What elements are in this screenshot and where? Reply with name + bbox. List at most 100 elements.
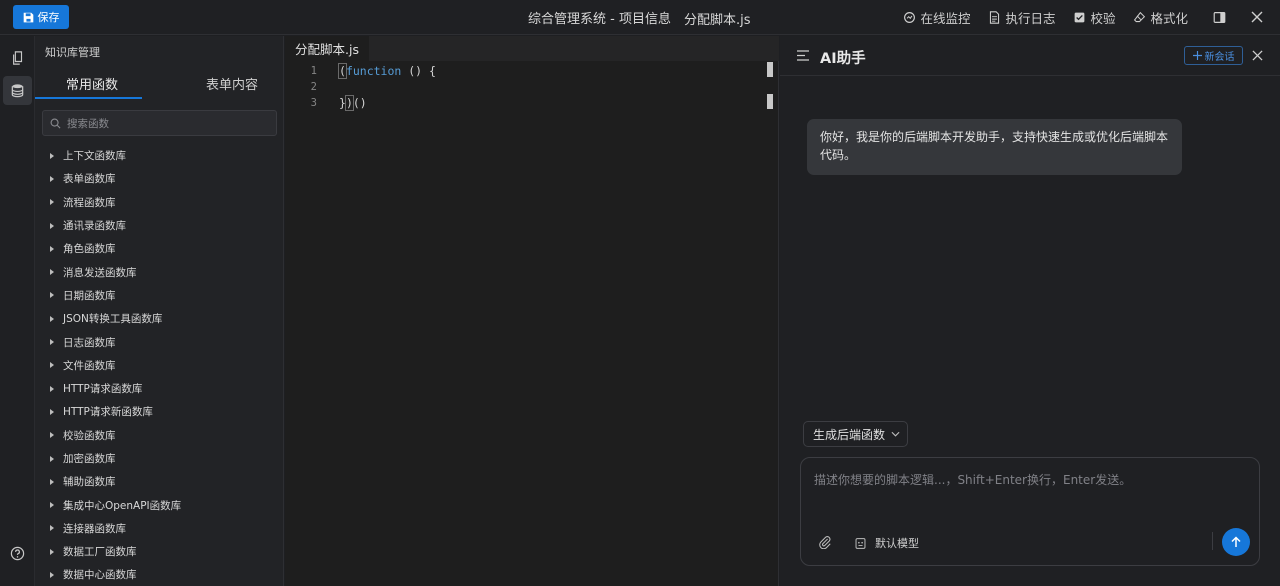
caret-right-icon xyxy=(50,362,54,369)
files-icon xyxy=(12,50,22,65)
tree-item[interactable]: 上下文函数库 xyxy=(48,144,278,167)
model-selector[interactable]: 默认模型 xyxy=(854,535,919,551)
code-editor: 分配脚本.js 1 2 3 (function () { })() xyxy=(285,36,779,586)
knowledge-panel: 知识库管理 常用函数 表单内容 搜索函数 上下文函数库 表单函数库 流程函数库 … xyxy=(35,36,284,586)
tree-item[interactable]: 通讯录函数库 xyxy=(48,214,278,237)
tree-item[interactable]: 文件函数库 xyxy=(48,354,278,377)
rail-help-button[interactable] xyxy=(3,539,32,568)
tree-item[interactable]: JSON转换工具函数库 xyxy=(48,307,278,330)
tree-item[interactable]: HTTP请求新函数库 xyxy=(48,400,278,423)
function-search-input[interactable]: 搜索函数 xyxy=(42,110,277,136)
code-token: () xyxy=(352,96,367,110)
tree-item-label: 集成中心OpenAPI函数库 xyxy=(63,499,182,512)
menu-list-icon[interactable] xyxy=(797,50,809,61)
checkbox-icon xyxy=(1075,12,1085,22)
caret-right-icon xyxy=(50,339,54,346)
caret-right-icon xyxy=(50,525,54,532)
tree-item[interactable]: HTTP请求函数库 xyxy=(48,377,278,400)
save-label: 保存 xyxy=(37,11,60,24)
tree-item[interactable]: 日期函数库 xyxy=(48,284,278,307)
eraser-icon xyxy=(1134,11,1146,22)
monitor-label: 在线监控 xyxy=(920,10,971,26)
search-placeholder: 搜索函数 xyxy=(67,117,109,130)
tree-item-label: 连接器函数库 xyxy=(63,522,126,535)
close-icon xyxy=(1251,11,1263,23)
tree-item[interactable]: 加密函数库 xyxy=(48,447,278,470)
line-number-gutter: 1 2 3 xyxy=(285,63,325,111)
caret-right-icon xyxy=(50,269,54,276)
line-number: 1 xyxy=(310,65,317,77)
generate-function-dropdown[interactable]: 生成后端函数 xyxy=(803,421,908,447)
code-token: } xyxy=(339,96,346,110)
scrollbar-marker[interactable] xyxy=(767,62,773,77)
chat-input-placeholder: 描述你想要的脚本逻辑...，Shift+Enter换行，Enter发送。 xyxy=(814,473,1132,487)
tab-form-content[interactable]: 表单内容 xyxy=(206,74,258,93)
tree-item-label: 辅助函数库 xyxy=(63,476,116,489)
top-actions: 在线监控 执行日志 校验 格式化 xyxy=(885,8,1266,26)
close-icon[interactable] xyxy=(1252,50,1263,61)
tree-item[interactable]: 消息发送函数库 xyxy=(48,260,278,283)
chat-composer[interactable]: 描述你想要的脚本逻辑...，Shift+Enter换行，Enter发送。 默认模… xyxy=(800,457,1260,566)
execution-log-label: 执行日志 xyxy=(1005,10,1056,26)
send-button[interactable] xyxy=(1222,528,1250,556)
chip-label: 生成后端函数 xyxy=(813,427,886,442)
caret-right-icon xyxy=(50,175,54,182)
validate-button[interactable]: 校验 xyxy=(1073,8,1115,27)
code-token: () { xyxy=(401,64,436,78)
tree-item-label: 表单函数库 xyxy=(63,173,116,186)
code-area[interactable]: (function () { })() xyxy=(338,63,436,111)
caret-right-icon xyxy=(50,548,54,555)
tree-item[interactable]: 数据中心函数库 xyxy=(48,563,278,584)
file-title: 分配脚本.js xyxy=(684,13,751,28)
new-chat-label: 新会话 xyxy=(1204,52,1235,63)
tree-item-label: 日期函数库 xyxy=(63,289,116,302)
log-file-icon xyxy=(990,10,1000,24)
tree-item[interactable]: 流程函数库 xyxy=(48,191,278,214)
tree-item-label: JSON转换工具函数库 xyxy=(63,313,163,326)
tree-item[interactable]: 角色函数库 xyxy=(48,237,278,260)
database-icon xyxy=(11,84,24,98)
editor-tab[interactable]: 分配脚本.js xyxy=(285,36,369,61)
top-bar: 保存 综合管理系统 - 项目信息 分配脚本.js 在线监控 执行日志 校验 格式… xyxy=(0,0,1280,35)
new-chat-button[interactable]: 新会话 xyxy=(1184,46,1243,65)
tree-item[interactable]: 辅助函数库 xyxy=(48,470,278,493)
tree-item[interactable]: 集成中心OpenAPI函数库 xyxy=(48,493,278,516)
caret-right-icon xyxy=(50,292,54,299)
tree-item[interactable]: 表单函数库 xyxy=(48,167,278,190)
validate-label: 校验 xyxy=(1090,10,1116,26)
app-title: 综合管理系统 - 项目信息 xyxy=(528,12,671,27)
tab-common-functions[interactable]: 常用函数 xyxy=(66,74,118,93)
tree-item-label: 角色函数库 xyxy=(63,243,116,256)
active-tab-indicator xyxy=(35,97,142,99)
assistant-message: 你好，我是你的后端脚本开发助手，支持快速生成或优化后端脚本代码。 xyxy=(807,119,1182,175)
tree-item-label: 上下文函数库 xyxy=(63,150,126,163)
caret-right-icon xyxy=(50,152,54,159)
toggle-panel-button[interactable] xyxy=(1210,8,1228,26)
tree-item[interactable]: 数据工厂函数库 xyxy=(48,540,278,563)
tree-item[interactable]: 日志函数库 xyxy=(48,330,278,353)
caret-right-icon xyxy=(50,199,54,206)
ai-title: AI助手 xyxy=(820,51,866,67)
tree-item[interactable]: 校验函数库 xyxy=(48,424,278,447)
rail-database-button[interactable] xyxy=(3,76,32,105)
arrow-up-icon xyxy=(1231,536,1241,547)
paperclip-icon[interactable] xyxy=(818,535,832,549)
format-button[interactable]: 格式化 xyxy=(1133,8,1188,27)
monitor-button[interactable]: 在线监控 xyxy=(903,8,970,27)
caret-right-icon xyxy=(50,502,54,509)
line-number: 2 xyxy=(310,81,317,93)
scrollbar-marker[interactable] xyxy=(767,94,773,109)
robot-icon xyxy=(855,537,866,549)
tree-item[interactable]: 连接器函数库 xyxy=(48,517,278,540)
execution-log-button[interactable]: 执行日志 xyxy=(988,8,1055,27)
caret-right-icon xyxy=(50,432,54,439)
editor-tab-bar: 分配脚本.js xyxy=(285,36,779,61)
plus-icon xyxy=(1192,51,1202,60)
close-window-button[interactable] xyxy=(1248,8,1266,26)
rail-files-button[interactable] xyxy=(3,43,32,72)
save-button[interactable]: 保存 xyxy=(13,5,69,29)
tree-item-label: HTTP请求新函数库 xyxy=(63,406,153,419)
model-label: 默认模型 xyxy=(875,537,919,550)
tree-item-label: 文件函数库 xyxy=(63,359,116,372)
